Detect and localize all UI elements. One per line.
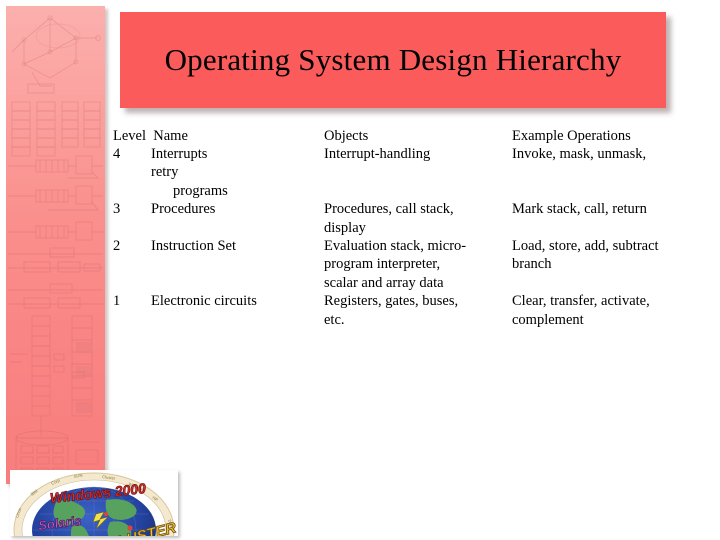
slide-canvas: Operating System Design Hierarchy Level … <box>0 0 720 540</box>
cell-name: Electronic circuits <box>151 292 324 329</box>
column-header-level-name: Level Name <box>113 128 188 144</box>
table-row: 4 Interrupts retry programs Interrupt-handli… <box>113 145 713 200</box>
cell-objects: Interrupt-handling <box>324 145 512 200</box>
cell-name: Interrupts retry programs <box>151 145 324 200</box>
table-row: 3 Procedures Procedures, call stack, displa… <box>113 200 713 237</box>
cell-objects-line: Procedures, call stack, <box>324 201 454 218</box>
cell-operations: Load, store, add, subtract branch <box>512 237 713 292</box>
os-design-hierarchy-table: Level Name Objects Example Operations 4 I… <box>113 128 713 329</box>
cell-name-line: Instruction Set <box>151 238 236 255</box>
cell-objects-line: Evaluation stack, micro- <box>324 238 467 255</box>
cell-name-line: retry <box>151 164 179 181</box>
cell-operations: Invoke, mask, unmask, <box>512 145 713 200</box>
cell-operations: Mark stack, call, return <box>512 200 713 237</box>
cell-level: 1 <box>113 293 121 310</box>
cell-operations-line: Load, store, add, subtract <box>512 238 659 255</box>
cell-objects-line: Interrupt-handling <box>324 146 431 162</box>
cell-objects-line: program interpreter, <box>324 256 441 273</box>
column-header-objects: Objects <box>324 128 369 144</box>
decorative-sidebar-strip <box>6 6 105 484</box>
cell-name: Procedures <box>151 200 324 237</box>
cell-operations-line: branch <box>512 256 552 273</box>
table-body: 4 Interrupts retry programs Interrupt-handli… <box>113 145 713 329</box>
slide-title-banner: Operating System Design Hierarchy <box>120 12 666 108</box>
page-title: Operating System Design Hierarchy <box>164 41 622 77</box>
cell-operations-line: Invoke, mask, unmask, <box>512 146 647 162</box>
schematic-diagram-graphic <box>6 6 105 484</box>
table-row: 2 Instruction Set Evaluation stack, micro-… <box>113 237 713 292</box>
cell-level: 4 <box>113 146 121 162</box>
cell-objects-line: scalar and array data <box>324 274 444 291</box>
cell-level: 3 <box>113 201 121 218</box>
column-header-operations: Example Operations <box>512 128 631 144</box>
cell-name-line: programs <box>173 182 228 199</box>
cell-name: Instruction Set <box>151 237 324 292</box>
cell-operations-line: Mark stack, call, return <box>512 201 647 218</box>
cluster-globe-logo: IBM Corp SUN Cluster Windows HP Linux 20… <box>10 470 178 536</box>
table-header-row: Level Name Objects Example Operations <box>113 128 713 145</box>
cell-objects-line: display <box>324 219 366 236</box>
cell-name-line: Interrupts <box>151 146 208 162</box>
cell-name-line: Electronic circuits <box>151 293 257 310</box>
cell-operations: Clear, transfer, activate, complement <box>512 292 713 329</box>
table-row: 1 Electronic circuits Registers, gates, bu… <box>113 292 713 329</box>
cell-objects-line: etc. <box>324 311 345 328</box>
cell-operations-line: complement <box>512 311 584 328</box>
cell-objects: Registers, gates, buses, etc. <box>324 292 512 329</box>
cell-objects: Procedures, call stack, display <box>324 200 512 237</box>
cell-operations-line: Clear, transfer, activate, <box>512 293 650 310</box>
cell-objects-line: Registers, gates, buses, <box>324 293 459 310</box>
cell-name-line: Procedures <box>151 201 216 218</box>
cell-level: 2 <box>113 238 121 255</box>
cell-objects: Evaluation stack, micro-program interpre… <box>324 237 512 292</box>
